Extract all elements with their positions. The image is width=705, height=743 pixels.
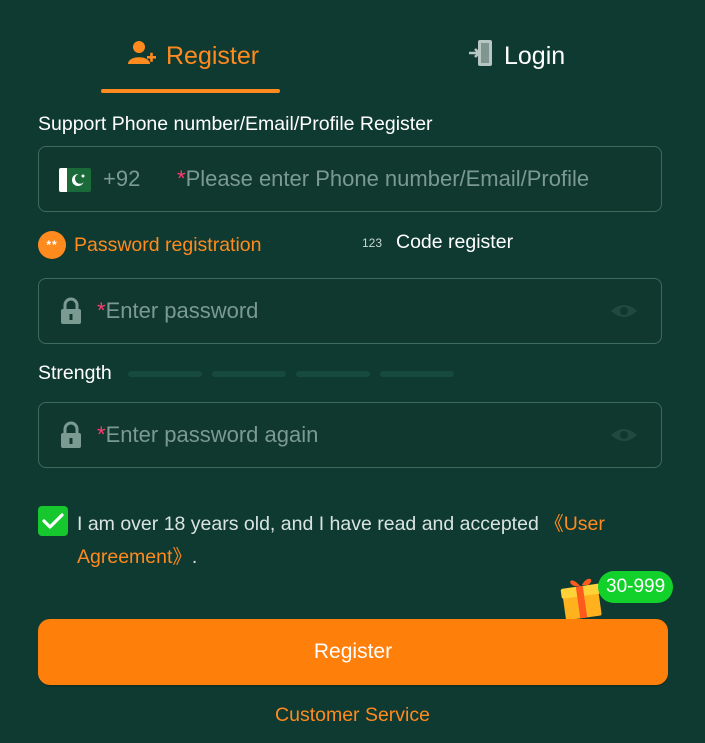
code-register-option[interactable]: 123 Code register [362, 231, 513, 254]
eye-off-icon[interactable] [609, 301, 639, 326]
strength-bar [296, 371, 370, 377]
password-registration-label: Password registration [74, 233, 262, 256]
active-tab-indicator [101, 89, 280, 93]
agreement-end: . [191, 546, 198, 568]
register-button[interactable]: Register [38, 619, 668, 685]
confirm-password-field[interactable]: *Enter password again [38, 402, 662, 468]
tab-login[interactable]: Login [468, 34, 565, 78]
customer-service-link[interactable]: Customer Service [0, 704, 705, 727]
country-code[interactable]: +92 [103, 166, 140, 192]
gift-box-icon[interactable] [560, 574, 604, 625]
code-mode-icon: 123 [362, 235, 383, 250]
password-registration-option[interactable]: ** Password registration [38, 231, 262, 259]
agreement-checkbox[interactable] [38, 506, 68, 536]
strength-bar [128, 371, 202, 377]
password-input[interactable]: *Enter password [97, 298, 258, 324]
tab-login-label: Login [504, 41, 566, 70]
confirm-password-input[interactable]: *Enter password again [97, 422, 318, 448]
password-mode-icon: ** [38, 231, 66, 259]
lock-icon [60, 421, 82, 454]
required-mark: * [177, 166, 186, 191]
tab-register-label: Register [166, 41, 260, 70]
account-field[interactable]: +92 *Please enter Phone number/Email/Pro… [38, 146, 662, 212]
checkmark-icon [42, 513, 64, 529]
required-mark: * [97, 298, 106, 323]
password-placeholder: Enter password [105, 298, 259, 323]
strength-meter [128, 371, 454, 377]
eye-off-icon[interactable] [609, 425, 639, 450]
confirm-password-placeholder: Enter password again [105, 422, 319, 447]
password-field[interactable]: *Enter password [38, 278, 662, 344]
agreement-text: I am over 18 years old, and I have read … [77, 508, 647, 574]
code-register-label: Code register [396, 231, 514, 253]
pakistan-flag-icon[interactable] [59, 168, 91, 192]
strength-label: Strength [38, 362, 112, 384]
auth-tabs: Register Login [0, 0, 705, 96]
account-input[interactable]: *Please enter Phone number/Email/Profile [177, 166, 589, 192]
strength-bar [212, 371, 286, 377]
bonus-badge[interactable]: 30-999 [598, 571, 674, 603]
tab-register[interactable]: Register [128, 34, 259, 78]
lock-icon [60, 297, 82, 330]
account-label: Support Phone number/Email/Profile Regis… [38, 113, 433, 135]
register-page: Register Login Support Phone number/Emai… [0, 0, 705, 743]
account-placeholder: Please enter Phone number/Email/Profile [185, 166, 590, 191]
strength-bar [380, 371, 454, 377]
required-mark: * [97, 422, 106, 447]
agreement-statement: I am over 18 years old, and I have read … [77, 513, 545, 535]
user-plus-icon [128, 40, 156, 73]
login-door-icon [468, 39, 494, 74]
